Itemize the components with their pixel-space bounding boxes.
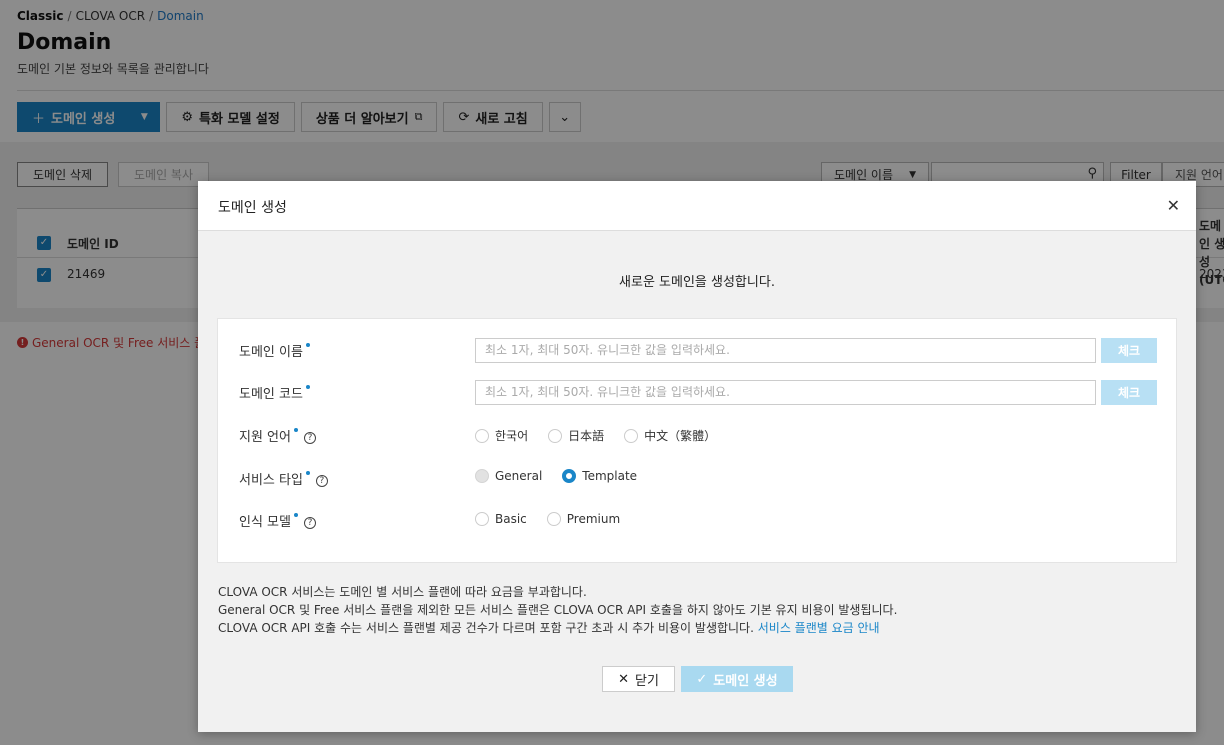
pricing-note-line: CLOVA OCR 서비스는 도메인 별 서비스 플랜에 따라 요금을 부과합니…	[218, 585, 587, 599]
model-option-basic[interactable]: Basic	[475, 512, 527, 526]
pricing-note-line: General OCR 및 Free 서비스 플랜을 제외한 모든 서비스 플랜…	[218, 603, 898, 617]
service-type-option-general-label: General	[495, 469, 543, 483]
required-dot	[305, 471, 310, 475]
radio-button-selected[interactable]	[562, 469, 577, 483]
modal-header: 도메인 생성 ✕	[198, 181, 1196, 231]
radio-button[interactable]	[475, 512, 489, 526]
domain-code-label: 도메인 코드	[239, 383, 310, 402]
service-type-label: 서비스 타입?	[239, 469, 328, 488]
model-label-text: 인식 모델	[239, 515, 291, 530]
domain-name-label-text: 도메인 이름	[239, 345, 303, 360]
model-label: 인식 모델?	[239, 511, 316, 530]
help-icon[interactable]: ?	[303, 431, 316, 444]
create-domain-submit-label: 도메인 생성	[713, 673, 778, 689]
check-icon: ✓	[696, 671, 708, 687]
required-dot	[305, 385, 310, 389]
language-option-korean[interactable]: 한국어	[475, 427, 528, 444]
model-option-premium-label: Premium	[566, 512, 621, 526]
service-type-radio-group: General Template	[475, 469, 657, 483]
domain-code-input[interactable]: 최소 1자, 최대 50자. 유니크한 값을 입력하세요.	[475, 380, 1096, 405]
service-type-option-general: General	[475, 469, 542, 483]
language-option-japanese[interactable]: 日本語	[548, 427, 604, 444]
required-dot	[293, 428, 298, 432]
close-button[interactable]: ✕ 닫기	[602, 666, 675, 692]
radio-button[interactable]	[624, 428, 639, 443]
domain-code-check-button[interactable]: 체크	[1101, 380, 1157, 405]
close-button-label: 닫기	[634, 673, 659, 689]
create-domain-modal: 도메인 생성 ✕ 새로운 도메인을 생성합니다. 도메인 이름 최소 1자, 최…	[198, 181, 1196, 732]
radio-button[interactable]	[548, 428, 563, 443]
radio-button[interactable]	[475, 428, 489, 443]
model-radio-group: Basic Premium	[475, 512, 640, 526]
pricing-note-text: CLOVA OCR API 호출 수는 서비스 플랜별 제공 건수가 다르며 포…	[218, 621, 754, 635]
language-option-korean-label: 한국어	[495, 429, 529, 443]
pricing-note-line: CLOVA OCR API 호출 수는 서비스 플랜별 제공 건수가 다르며 포…	[218, 619, 897, 637]
language-option-japanese-label: 日本語	[568, 429, 605, 443]
language-option-chinese-label: 中文（繁體）	[644, 429, 717, 443]
model-option-basic-label: Basic	[495, 512, 527, 526]
language-label-text: 지원 언어	[239, 430, 291, 445]
modal-intro: 새로운 도메인을 생성합니다.	[619, 275, 775, 290]
radio-button[interactable]	[546, 512, 561, 526]
modal-title: 도메인 생성	[218, 200, 287, 216]
language-label: 지원 언어?	[239, 426, 316, 445]
create-domain-submit-button[interactable]: ✓ 도메인 생성	[681, 666, 793, 692]
required-dot	[305, 343, 310, 347]
pricing-notes: CLOVA OCR 서비스는 도메인 별 서비스 플랜에 따라 요금을 부과합니…	[218, 583, 897, 637]
model-option-premium[interactable]: Premium	[546, 512, 621, 526]
domain-name-label: 도메인 이름	[239, 341, 310, 360]
close-icon[interactable]: ✕	[1167, 197, 1180, 215]
domain-form: 도메인 이름 최소 1자, 최대 50자. 유니크한 값을 입력하세요. 체크 …	[217, 318, 1177, 563]
service-type-option-template[interactable]: Template	[562, 469, 637, 483]
pricing-guide-link[interactable]: 서비스 플랜별 요금 안내	[758, 621, 880, 635]
required-dot	[293, 513, 298, 517]
domain-name-check-button[interactable]: 체크	[1101, 338, 1157, 363]
domain-code-label-text: 도메인 코드	[239, 387, 303, 402]
help-icon[interactable]: ?	[303, 516, 316, 529]
service-type-option-template-label: Template	[582, 469, 638, 483]
language-radio-group: 한국어 日本語 中文（繁體）	[475, 427, 736, 444]
close-icon: ✕	[618, 671, 629, 687]
language-option-chinese[interactable]: 中文（繁體）	[624, 427, 716, 444]
help-icon[interactable]: ?	[315, 474, 328, 487]
service-type-label-text: 서비스 타입	[239, 473, 303, 488]
domain-name-input[interactable]: 최소 1자, 최대 50자. 유니크한 값을 입력하세요.	[475, 338, 1096, 363]
radio-button	[475, 469, 489, 483]
